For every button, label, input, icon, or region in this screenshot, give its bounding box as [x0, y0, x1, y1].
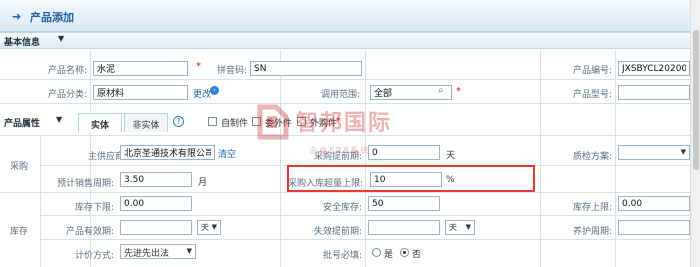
safe-stock-input[interactable] [368, 196, 440, 211]
stock-max-input[interactable] [618, 196, 690, 211]
batch-required-label: 批号必填: [322, 251, 362, 261]
fail-lead-input[interactable] [368, 220, 440, 235]
category-label: 产品分类: [47, 90, 87, 100]
divider [365, 50, 366, 267]
scope-label: 调用范围: [320, 90, 360, 100]
validity-unit: 天 [201, 223, 209, 232]
basic-info-section-header[interactable]: 基本信息 ▼ [0, 32, 690, 49]
required-mark: * [456, 86, 461, 97]
quality-label: 质检方案: [572, 152, 612, 162]
help-icon[interactable]: ? [173, 116, 184, 127]
scrollbar-thumb[interactable] [693, 30, 699, 170]
cost-method-select[interactable]: 先进先出法 ▼ [120, 244, 196, 259]
product-name-label: 产品名称: [47, 66, 87, 76]
category-input[interactable] [93, 85, 188, 100]
search-icon[interactable]: ⌕ [438, 85, 444, 96]
validity-unit-select[interactable]: 天 ▼ [197, 220, 221, 235]
divider [615, 50, 616, 267]
pinyin-label: 拼音码: [216, 66, 247, 76]
cost-method-label: 计价方式: [74, 251, 114, 261]
stock-min-input[interactable] [120, 196, 192, 211]
purchase-group-label: 采购 [10, 162, 29, 172]
divider [540, 50, 541, 267]
expected-sales-unit: 月 [198, 178, 208, 188]
maintain-input[interactable] [618, 220, 690, 235]
purchased-checkbox[interactable] [297, 117, 306, 126]
product-code-input[interactable] [618, 61, 690, 76]
page-title: 产品添加 [30, 11, 74, 24]
lead-time-label: 采购提前期: [313, 152, 362, 162]
chevron-down-icon: ▼ [465, 223, 471, 231]
lead-time-unit: 天 [446, 151, 456, 161]
divider [280, 50, 281, 267]
maintain-label: 养护周期: [572, 227, 612, 237]
self-made-label: 自制件 [221, 119, 249, 129]
purchased-label: 外购件 [310, 119, 338, 129]
validity-label: 产品有效期: [65, 227, 114, 237]
clear-supplier-link[interactable]: 清空 [218, 147, 236, 160]
model-input[interactable] [618, 85, 690, 100]
safe-stock-label: 安全库存: [322, 203, 362, 213]
fail-unit: 天 [449, 223, 457, 232]
chevron-down-icon: ▼ [211, 223, 217, 231]
caret-down-icon[interactable]: ▼ [56, 115, 62, 124]
stock-min-label: 库存下限: [74, 203, 114, 213]
highlight-box [287, 165, 535, 192]
batch-yes-label: 是 [384, 250, 394, 260]
lead-time-input[interactable] [368, 145, 440, 160]
outsourced-checkbox[interactable] [252, 117, 261, 126]
attributes-label: 产品属性 [4, 119, 41, 129]
stock-group-label: 库存 [10, 227, 29, 237]
chevron-down-icon: ▼ [186, 247, 192, 255]
fail-unit-select[interactable]: 天 ▼ [445, 220, 475, 235]
outsourced-label: 委外件 [265, 119, 293, 129]
divider [0, 192, 690, 193]
supplier-label: 主供应商: [87, 152, 127, 162]
required-mark: * [336, 116, 341, 127]
change-category-link[interactable]: 更改 [193, 87, 211, 100]
cost-method-value: 先进先出法 [124, 249, 170, 259]
batch-yes-radio[interactable] [372, 248, 381, 257]
arrow-right-icon: ➜ [12, 10, 22, 23]
divider [0, 103, 690, 104]
tab-non-entity[interactable]: 非实体 [124, 113, 168, 132]
divider [0, 79, 690, 80]
fail-lead-label: 失效提前期: [313, 227, 362, 237]
batch-no-radio[interactable] [400, 248, 409, 257]
tab-entity[interactable]: 实体 [78, 113, 122, 132]
divider [0, 135, 690, 136]
supplier-input[interactable] [120, 145, 215, 160]
stock-max-label: 库存上限: [572, 203, 612, 213]
arrow-right-icon[interactable]: › [210, 86, 219, 95]
quality-select[interactable]: ▼ [618, 145, 690, 160]
vertical-scrollbar[interactable] [690, 0, 700, 267]
caret-down-icon[interactable]: ▼ [58, 34, 64, 43]
tab-entity-label: 实体 [90, 121, 109, 131]
product-name-input[interactable] [93, 61, 188, 76]
tab-non-entity-label: 非实体 [132, 121, 160, 131]
expected-sales-label: 预计销售周期: [56, 179, 114, 189]
batch-no-label: 否 [412, 250, 422, 260]
basic-info-label: 基本信息 [4, 38, 41, 48]
chevron-down-icon: ▼ [680, 148, 686, 156]
product-code-label: 产品编号: [572, 66, 612, 76]
title-bar: ➜ 产品添加 [0, 0, 690, 32]
required-mark: * [196, 61, 201, 72]
validity-input[interactable] [120, 220, 192, 235]
pinyin-input[interactable] [250, 61, 362, 76]
model-label: 产品型号: [572, 90, 612, 100]
expected-sales-input[interactable] [120, 172, 192, 187]
self-made-checkbox[interactable] [208, 117, 217, 126]
